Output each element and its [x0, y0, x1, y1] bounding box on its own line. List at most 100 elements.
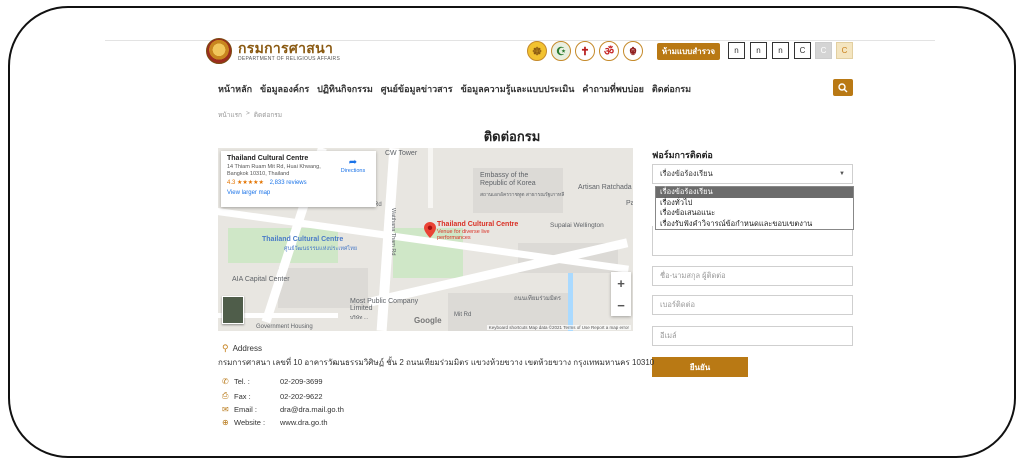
fax-label: Fax :	[234, 391, 251, 401]
rating-value: 4.3	[227, 180, 236, 186]
map-label-embassy-th: สถานเอกอัครราชทูต สาธารณรัฐเกาหลี	[480, 192, 565, 198]
contrast-gray-button[interactable]: C	[815, 42, 832, 59]
map-label-aia: AIA Capital Center	[232, 276, 290, 283]
address-label: Address	[232, 344, 262, 353]
map-attribution[interactable]: Keyboard shortcuts Map data ©2021 Terms …	[486, 325, 631, 330]
topic-option[interactable]: เรื่องข้อร้องเรียน	[656, 187, 853, 198]
zoom-control: + −	[611, 272, 631, 316]
seal-icon	[206, 38, 232, 64]
map-label-supalai: Supalai Wellington	[550, 222, 604, 229]
map-label-most: Most Public Company Limited	[350, 298, 419, 312]
contact-tel: ✆ Tel. : 02-209-3699	[222, 377, 323, 386]
map-label-road: Watthana Tham Rd	[390, 208, 396, 256]
form-title: ฟอร์มการติดต่อ	[652, 150, 713, 160]
map-label-road-th: ถนนเทียมร่วมมิตร	[514, 296, 561, 302]
embedded-map[interactable]: CW Tower Embassy of the Republic of Kore…	[218, 148, 633, 331]
breadcrumb-home[interactable]: หน้าแรก	[218, 110, 242, 120]
breadcrumb: หน้าแรก > ติดต่อกรม	[218, 110, 282, 120]
nav-item-about[interactable]: ข้อมูลองค์กร	[260, 82, 309, 96]
place-info-card: Thailand Cultural Centre 14 Thiam Ruam M…	[221, 151, 376, 207]
zoom-in-button[interactable]: +	[617, 276, 625, 291]
topic-option[interactable]: เรื่องรับฟังคำวิจารณ์ข้อกำหนดและขอบเขตงา…	[656, 219, 853, 230]
search-button[interactable]	[833, 79, 853, 96]
directions-icon: ➦	[348, 157, 358, 168]
map-label-pin: Thailand Cultural Centre	[437, 221, 519, 228]
topic-select[interactable]: เรื่องข้อร้องเรียน ▼	[652, 164, 853, 184]
reviews-link[interactable]: 2,833 reviews	[270, 180, 307, 186]
place-address: 14 Thiam Ruam Mit Rd, Huai Khwang, Bangk…	[227, 164, 321, 177]
map-label-pin-sub: Venue for diverse live performances	[437, 229, 490, 241]
nav-item-calendar[interactable]: ปฏิทินกิจกรรม	[317, 82, 373, 96]
email-input[interactable]: อีเมล์	[652, 326, 853, 346]
nav-item-faq[interactable]: คำถามที่พบบ่อย	[582, 82, 643, 96]
contrast-default-button[interactable]: C	[794, 42, 811, 59]
map-label-embassy: Embassy of the Republic of Korea	[480, 172, 536, 187]
directions-button[interactable]: ➦ Directions	[335, 157, 371, 174]
chevron-down-icon: ▼	[839, 171, 845, 177]
crescent-icon[interactable]: ☪	[551, 41, 571, 61]
font-size-large-button[interactable]: n	[772, 42, 789, 59]
map-label-pa: Pa	[626, 200, 633, 207]
font-size-medium-button[interactable]: n	[750, 42, 767, 59]
address-heading: ⚲ Address	[222, 343, 262, 354]
directions-label: Directions	[340, 168, 366, 174]
logo-title-en: DEPARTMENT OF RELIGIOUS AFFAIRS	[238, 55, 341, 62]
map-label-cw-tower: CW Tower	[385, 150, 418, 157]
satellite-toggle[interactable]	[222, 296, 244, 324]
topic-dropdown-list: เรื่องข้อร้องเรียน เรื่องทั่วไป เรื่องข้…	[655, 186, 854, 230]
email-value[interactable]: dra@dra.mail.go.th	[280, 405, 344, 414]
email-label: Email :	[234, 405, 257, 414]
tel-label: Tel. :	[234, 377, 250, 386]
map-label-gov: Government Housing	[256, 324, 313, 330]
om-icon[interactable]: ॐ	[599, 41, 619, 61]
website-label: Website :	[234, 418, 266, 427]
place-rating: 4.3 ★★★★★ 2,833 reviews	[227, 179, 370, 186]
address-text: กรมการศาสนา เลขที่ 10 อาคารวัฒนธรรมวิศิษ…	[218, 358, 655, 367]
cross-icon[interactable]: ✝	[575, 41, 595, 61]
location-pin-icon: ⚲	[222, 343, 229, 353]
map-label-tcc: Thailand Cultural Centre	[262, 236, 344, 243]
website-value[interactable]: www.dra.go.th	[280, 418, 328, 427]
nav-item-contact[interactable]: ติดต่อกรม	[652, 82, 691, 96]
site-logo[interactable]: กรมการศาสนา DEPARTMENT OF RELIGIOUS AFFA…	[206, 38, 340, 64]
contact-fax: ⎙ Fax : 02-202-9622	[222, 391, 323, 401]
submit-button[interactable]: ยืนยัน	[652, 357, 748, 377]
star-icon: ★★★★★	[237, 180, 264, 186]
topic-option[interactable]: เรื่องทั่วไป	[656, 198, 853, 209]
breadcrumb-current: ติดต่อกรม	[253, 112, 283, 119]
map-label-artisan: Artisan Ratchada	[578, 184, 632, 191]
map-pin-icon[interactable]	[424, 222, 436, 238]
search-icon	[838, 82, 848, 92]
breadcrumb-separator: >	[246, 110, 250, 117]
logo-title-th: กรมการศาสนา	[238, 39, 334, 56]
font-size-small-button[interactable]: n	[728, 42, 745, 59]
contact-email: ✉ Email : dra@dra.mail.go.th	[222, 405, 344, 414]
map-label-most-th: บริษัท ...	[350, 315, 369, 321]
view-larger-map-link[interactable]: View larger map	[227, 190, 370, 196]
contrast-gold-button[interactable]: C	[836, 42, 853, 59]
phone-icon: ✆	[222, 377, 229, 386]
topic-option[interactable]: เรื่องข้อเสนอแนะ	[656, 208, 853, 219]
nav-item-news[interactable]: ศูนย์ข้อมูลข่าวสาร	[381, 82, 453, 96]
name-input[interactable]: ชื่อ-นามสกุล ผู้ติดต่อ	[652, 266, 853, 286]
contact-website: ⊕ Website : www.dra.go.th	[222, 418, 328, 427]
khanda-icon[interactable]: ☬	[623, 41, 643, 61]
map-label-tcc-th: ศูนย์วัฒนธรรมแห่งประเทศไทย	[284, 246, 358, 252]
nav-item-knowledge[interactable]: ข้อมูลความรู้และแบบประเมิน	[461, 82, 575, 96]
topic-select-value: เรื่องข้อร้องเรียน	[660, 169, 713, 178]
map-label-mit-rd: Mit Rd	[454, 312, 472, 318]
message-textarea[interactable]	[652, 226, 853, 256]
wheel-icon[interactable]: ☸	[527, 41, 547, 61]
nav-item-home[interactable]: หน้าหลัก	[218, 82, 252, 96]
tel-value: 02-209-3699	[280, 377, 323, 386]
zoom-out-button[interactable]: −	[617, 298, 625, 313]
survey-button[interactable]: ห้ามแบบสำรวจ	[657, 43, 720, 60]
fax-icon: ⎙	[222, 391, 229, 400]
religion-links: ☸ ☪ ✝ ॐ ☬	[527, 41, 643, 61]
main-nav: หน้าหลัก ข้อมูลองค์กร ปฏิทินกิจกรรม ศูนย…	[218, 82, 691, 96]
globe-icon: ⊕	[222, 418, 229, 427]
mail-icon: ✉	[222, 405, 229, 414]
phone-input[interactable]: เบอร์ติดต่อ	[652, 295, 853, 315]
page-title: ติดต่อกรม	[483, 129, 541, 144]
fax-value: 02-202-9622	[280, 391, 323, 401]
